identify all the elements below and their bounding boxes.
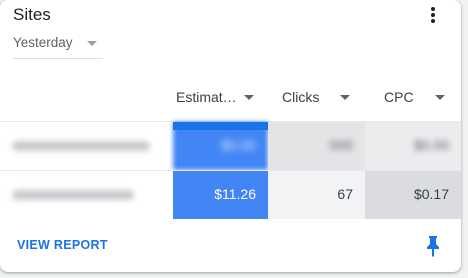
- blurred-site-name: [12, 141, 150, 151]
- blurred-site-name: [12, 190, 134, 200]
- column-header-clicks[interactable]: Clicks: [268, 85, 365, 111]
- table-row[interactable]: $11.26 67 $0.17: [0, 171, 461, 219]
- date-range-dropdown[interactable]: Yesterday: [13, 32, 103, 59]
- estimated-earnings-value: $0.00: [220, 137, 256, 153]
- column-header-cpc[interactable]: CPC: [365, 85, 461, 111]
- column-header-label: Clicks: [282, 89, 320, 105]
- cpc-cell: $0.17: [365, 171, 461, 219]
- column-highlight-bar: [173, 122, 268, 130]
- clicks-cell: 67: [268, 171, 365, 219]
- column-header-label: CPC: [384, 89, 414, 105]
- sites-card: Sites Yesterday Estimat… Clicks CPC $0.0…: [0, 0, 461, 272]
- sort-caret-icon: [435, 95, 445, 100]
- pin-icon[interactable]: [424, 235, 442, 257]
- cpc-value: $0.00: [413, 137, 449, 153]
- cpc-cell: $0.00: [365, 122, 461, 170]
- sort-caret-icon: [244, 95, 254, 100]
- column-header-estimated-earnings[interactable]: Estimat…: [173, 85, 268, 111]
- estimated-earnings-value: $11.26: [214, 186, 256, 202]
- clicks-value: 000: [329, 137, 353, 153]
- more-vert-icon[interactable]: [424, 6, 442, 24]
- column-header-label: Estimat…: [176, 89, 237, 105]
- card-title: Sites: [13, 5, 51, 24]
- cpc-value: $0.17: [413, 186, 449, 202]
- sort-caret-icon: [340, 95, 350, 100]
- site-cell: [0, 122, 172, 170]
- clicks-value: 67: [337, 186, 353, 202]
- view-report-link[interactable]: VIEW REPORT: [17, 238, 108, 252]
- estimated-earnings-cell: $11.26: [173, 171, 268, 219]
- clicks-cell: 000: [268, 122, 365, 170]
- chevron-down-icon: [87, 41, 97, 46]
- site-cell: [0, 171, 172, 219]
- date-range-value: Yesterday: [13, 35, 73, 50]
